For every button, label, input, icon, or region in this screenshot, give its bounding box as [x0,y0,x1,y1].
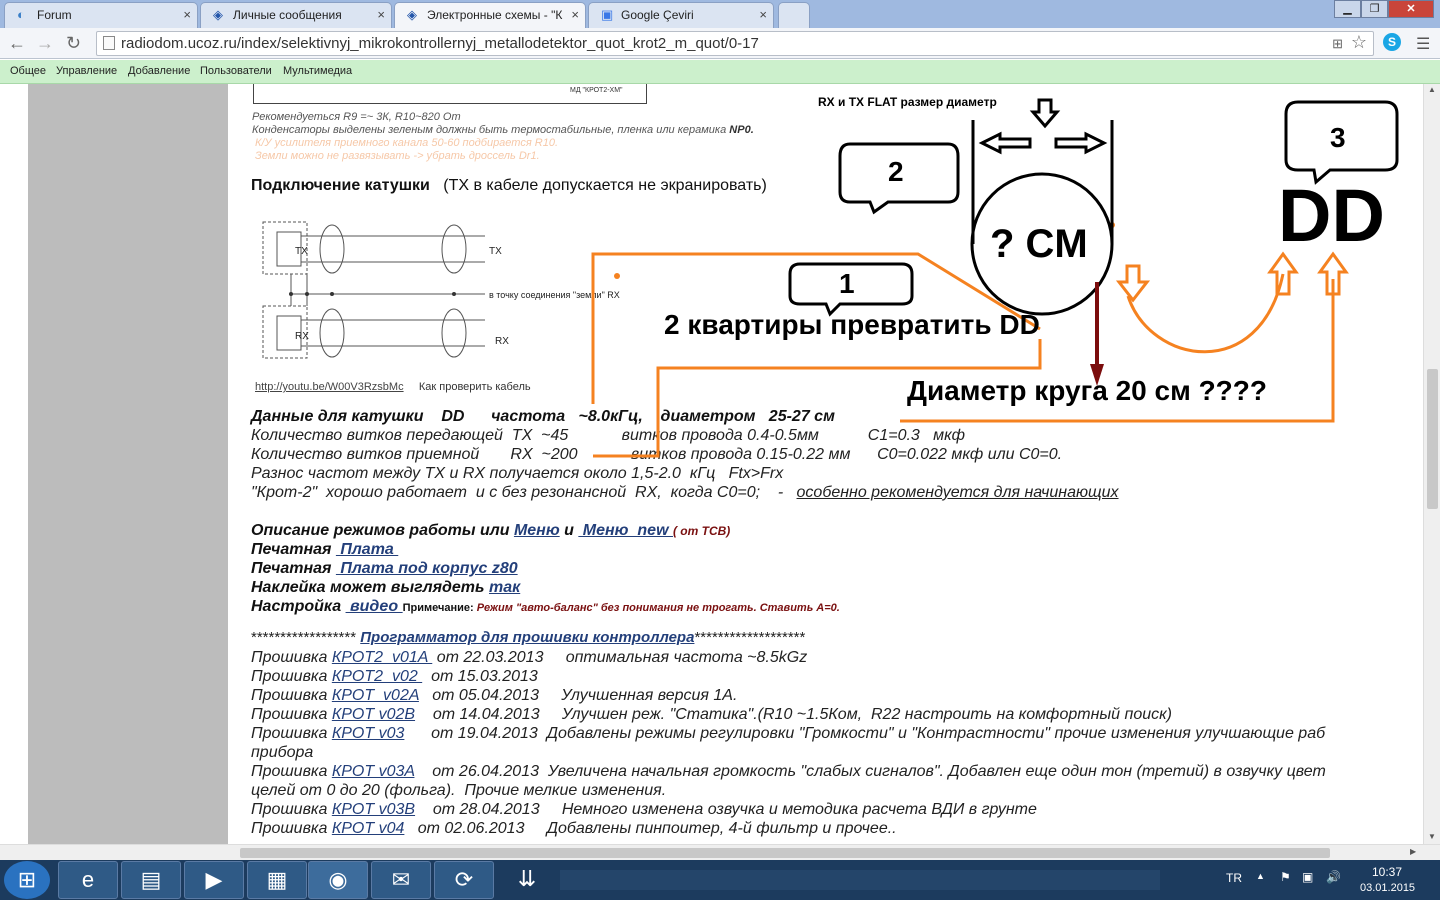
outlook-icon[interactable]: ✉ [371,861,431,899]
diameter-question: Диаметр круга 20 см ???? [907,375,1267,406]
bookmark-item[interactable]: Общее [10,65,46,77]
bookmark-item[interactable]: Добавление [128,65,190,77]
app-icon[interactable]: ⇊ [497,861,557,899]
vertical-scrollbar[interactable]: ▲ ▼ [1423,84,1440,844]
skype-icon[interactable]: S [1383,33,1401,51]
notepad-icon[interactable]: ▦ [247,861,307,899]
forum-icon: ◐ [17,7,25,22]
horizontal-scrollbar[interactable]: ▶ [0,844,1440,860]
close-icon[interactable]: × [759,3,767,27]
explorer-icon[interactable]: ▤ [121,861,181,899]
bubble-2-number: 2 [888,156,904,187]
address-text: radiodom.ucoz.ru/index/selektivnyj_mikro… [121,35,759,52]
orange-arc [1126,273,1285,354]
clock-date[interactable]: 03.01.2015 [1360,882,1415,894]
minimize-icon[interactable]: ▁ [1334,0,1361,18]
media-player-icon[interactable]: ▶ [184,861,244,899]
circle-size-text: ? CM [990,222,1088,266]
address-bar[interactable]: radiodom.ucoz.ru/index/selektivnyj_mikro… [96,31,1374,56]
bookmark-item[interactable]: Пользователи [200,65,272,77]
tab-label: Google Çeviri [621,8,694,22]
clock-time[interactable]: 10:37 [1372,865,1402,879]
dd-big-text: DD [1278,174,1385,257]
page-icon [103,36,115,50]
scroll-down-icon[interactable]: ▼ [1428,832,1436,841]
window-controls: ▁ ❐ ✕ [1334,0,1434,20]
forward-icon[interactable]: → [36,32,54,54]
translate-page-icon[interactable]: ⊞ [1332,32,1343,55]
menu-icon[interactable]: ☰ [1416,34,1430,54]
close-icon[interactable]: × [571,3,579,27]
orange-dot [614,273,620,279]
ucoz-icon: ◈ [213,7,223,22]
tray-expand-icon[interactable]: ▲ [1256,871,1265,881]
back-icon[interactable]: ← [8,32,26,54]
scroll-up-icon[interactable]: ▲ [1428,85,1436,94]
bookmarks-bar: Общее Управление Добавление Пользователи… [0,60,1440,84]
black-arrow-down [1029,98,1061,129]
close-window-icon[interactable]: ✕ [1388,0,1434,18]
ie-icon[interactable]: e [58,861,118,899]
ucoz-icon: ◈ [407,7,417,22]
hscroll-thumb[interactable] [240,848,1330,858]
page-content: МД "КРОТ2-ХМ" Рекомендуеться R9 =~ 3К, R… [0,84,1440,844]
taskbar: ⊞ e ▤ ▶ ▦ ◉ ✉ ⟳ ⇊ TR ▲ ⚑ ▣ 🔊 10:37 03.01… [0,860,1440,900]
bookmark-item[interactable]: Управление [56,65,117,77]
black-arrow-right [1054,131,1108,155]
network-icon[interactable]: ▣ [1302,870,1313,884]
orange-arrow-down [1115,264,1151,303]
annotation-overlay [591,98,1399,458]
blurred-taskbar-area [560,870,1160,890]
tab-messages[interactable]: ◈ Личные сообщения × [200,2,392,28]
close-icon[interactable]: × [183,3,191,27]
close-icon[interactable]: × [377,3,385,27]
sync-icon[interactable]: ⟳ [434,861,494,899]
bubble-3-number: 3 [1330,122,1346,153]
black-arrow-left [978,131,1032,155]
volume-icon[interactable]: 🔊 [1326,870,1341,884]
tab-label: Электронные схемы - "К [427,8,563,22]
flat-label: RX и TX FLAT размер диаметр [818,95,997,109]
scroll-thumb[interactable] [1427,369,1438,509]
translate-icon: ▣ [601,7,614,22]
toolbar: ← → ↻ radiodom.ucoz.ru/index/selektivnyj… [0,28,1440,59]
tab-label: Forum [37,8,72,22]
maximize-icon[interactable]: ❐ [1361,0,1388,18]
bookmark-item[interactable]: Мультимедиа [283,65,352,77]
reload-icon[interactable]: ↻ [66,32,81,54]
tab-schemes[interactable]: ◈ Электронные схемы - "К × [394,2,586,28]
new-tab-button[interactable] [778,2,810,28]
chrome-icon[interactable]: ◉ [308,861,368,899]
two-to-dd-text: 2 квартиры превратить DD [664,309,1040,340]
flag-icon[interactable]: ⚑ [1280,870,1291,884]
tab-label: Личные сообщения [233,8,342,22]
tab-forum[interactable]: ◐ Forum × [4,2,198,28]
scroll-right-icon[interactable]: ▶ [1410,847,1416,856]
tab-strip: ◐ Forum × ◈ Личные сообщения × ◈ Электро… [0,0,1440,28]
language-indicator[interactable]: TR [1226,871,1242,885]
tab-translate[interactable]: ▣ Google Çeviri × [588,2,774,28]
start-button-icon[interactable]: ⊞ [4,861,50,899]
bubble-1-number: 1 [839,268,855,299]
star-icon[interactable]: ☆ [1351,31,1367,54]
